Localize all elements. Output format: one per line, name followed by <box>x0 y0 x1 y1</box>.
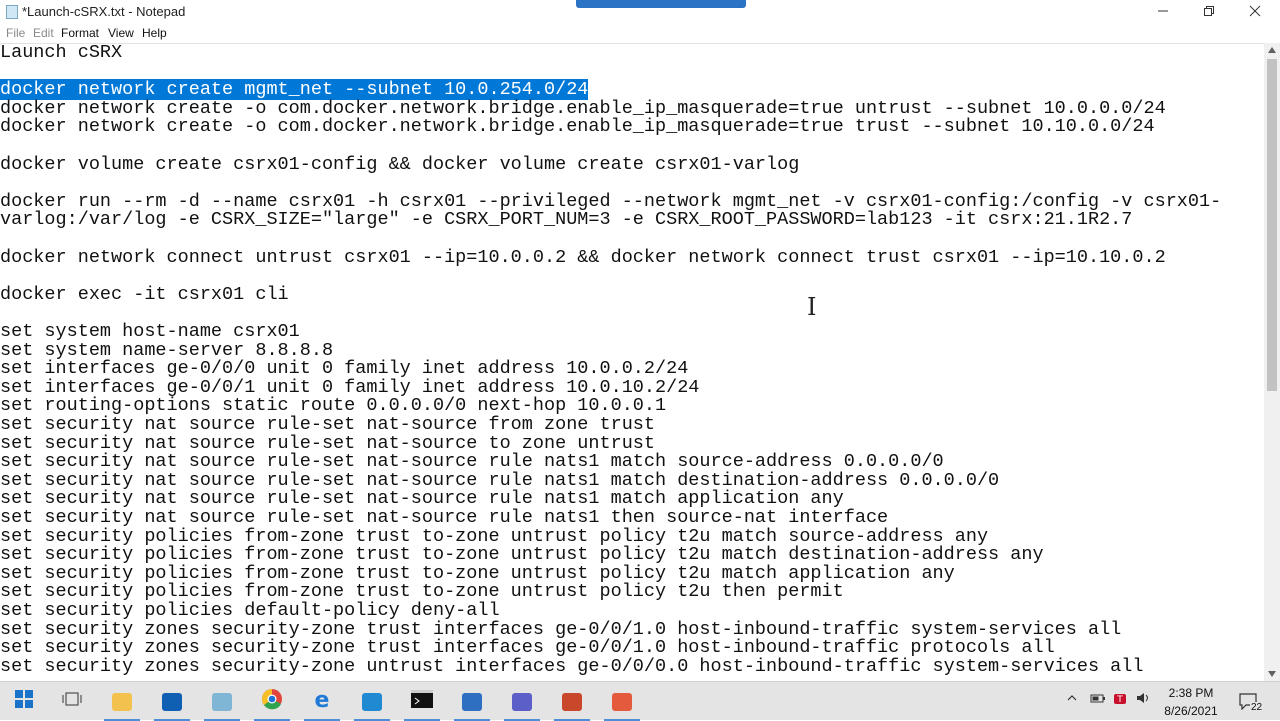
editor-line: set security nat source rule-set nat-sou… <box>0 452 944 471</box>
task-view-icon <box>62 690 82 713</box>
maximize-button[interactable] <box>1186 0 1232 24</box>
restore-icon <box>1204 6 1214 16</box>
editor-line: set interfaces ge-0/0/1 unit 0 family in… <box>0 378 699 397</box>
taskbar-task-view-button[interactable] <box>48 682 96 721</box>
editor-line-text: docker network connect untrust csrx01 --… <box>0 246 1166 268</box>
menu-edit[interactable]: Edit <box>33 26 54 40</box>
taskbar-teams-button[interactable] <box>498 682 546 721</box>
title-bar: *Launch-cSRX.txt - Notepad <box>0 0 1280 24</box>
sublime-icon <box>462 692 482 711</box>
menu-view[interactable]: View <box>108 26 134 40</box>
edge-icon: e <box>311 688 333 715</box>
editor-line-text: docker volume create csrx01-config && do… <box>0 153 800 175</box>
taskbar-draw-app-button[interactable] <box>598 682 646 721</box>
editor-line-text: varlog:/var/log -e CSRX_SIZE="large" -e … <box>0 209 1133 231</box>
menu-bar: File Edit Format View Help <box>0 24 1280 43</box>
editor-line: set security policies from-zone trust to… <box>0 564 955 583</box>
notepad-icon <box>6 5 18 19</box>
taskbar-chrome-button[interactable] <box>248 682 296 721</box>
editor-line: set interfaces ge-0/0/0 unit 0 family in… <box>0 359 688 378</box>
editor-line-text: set security zones security-zone untrust… <box>0 655 1144 677</box>
vscode-icon <box>362 692 382 711</box>
editor-line: set security nat source rule-set nat-sou… <box>0 489 844 508</box>
editor-line: set security nat source rule-set nat-sou… <box>0 415 655 434</box>
taskbar-windows-start-button[interactable] <box>0 682 48 721</box>
close-icon <box>1249 5 1261 17</box>
editor-line: docker network create -o com.docker.netw… <box>0 117 1155 136</box>
editor-line: docker network connect untrust csrx01 --… <box>0 248 1166 267</box>
powerpoint-icon <box>562 692 582 711</box>
scroll-up-icon[interactable] <box>1268 47 1276 53</box>
editor-line: varlog:/var/log -e CSRX_SIZE="large" -e … <box>0 210 1132 229</box>
minimize-button[interactable] <box>1140 0 1186 24</box>
overlay-bar <box>576 0 746 8</box>
scroll-thumb[interactable] <box>1267 59 1277 391</box>
menu-file[interactable]: File <box>6 26 25 40</box>
volume-icon[interactable] <box>1136 692 1150 707</box>
text-editor[interactable]: Launch cSRX docker network create mgmt_ne… <box>0 43 1264 682</box>
editor-line: set security policies from-zone trust to… <box>0 582 844 601</box>
notification-center-button[interactable]: 22 <box>1236 690 1264 714</box>
editor-line: set security policies from-zone trust to… <box>0 527 988 546</box>
clock-time: 2:38 PM <box>1168 686 1214 700</box>
chrome-icon <box>261 688 283 715</box>
outlook-icon <box>162 692 182 711</box>
file-explorer-icon <box>112 692 132 711</box>
menu-help[interactable]: Help <box>142 26 167 40</box>
chevron-up-icon[interactable] <box>1066 692 1078 707</box>
editor-line: set security nat source rule-set nat-sou… <box>0 471 999 490</box>
editor-line: set security policies from-zone trust to… <box>0 545 1044 564</box>
editor-line-text: docker exec -it csrx01 cli <box>0 283 289 305</box>
editor-line: set system host-name csrx01 <box>0 322 300 341</box>
taskbar-edge-button[interactable]: e <box>298 682 346 721</box>
taskbar-sublime-button[interactable] <box>448 682 496 721</box>
editor-line: set security policies default-policy den… <box>0 601 500 620</box>
terminal-icon <box>411 690 433 713</box>
taskbar-vscode-button[interactable] <box>348 682 396 721</box>
notepad-icon <box>212 692 232 711</box>
taskbar-outlook-button[interactable] <box>148 682 196 721</box>
menu-format[interactable]: Format <box>61 26 99 40</box>
taskbar: T 2:38 PM 8/26/2021 22 e <box>0 681 1280 721</box>
editor-line: set security nat source rule-set nat-sou… <box>0 434 655 453</box>
editor-line: docker network create -o com.docker.netw… <box>0 99 1166 118</box>
scroll-down-icon[interactable] <box>1268 671 1276 677</box>
taskbar-terminal-button[interactable] <box>398 682 446 721</box>
editor-line: docker exec -it csrx01 cli <box>0 285 289 304</box>
close-button[interactable] <box>1232 0 1278 24</box>
clock-date: 8/26/2021 <box>1164 704 1218 718</box>
minimize-icon <box>1158 10 1168 12</box>
editor-line-text: docker network create -o com.docker.netw… <box>0 116 1155 138</box>
battery-icon[interactable] <box>1090 692 1106 707</box>
network-icon[interactable]: T <box>1112 692 1128 709</box>
windows-start-icon <box>15 690 33 713</box>
editor-line: docker volume create csrx01-config && do… <box>0 155 799 174</box>
window-title: *Launch-cSRX.txt - Notepad <box>22 4 186 19</box>
svg-text:T: T <box>1116 695 1123 705</box>
taskbar-notepad-button[interactable] <box>198 682 246 721</box>
editor-line: set system name-server 8.8.8.8 <box>0 341 333 360</box>
editor-line-text: Launch cSRX <box>0 43 123 63</box>
taskbar-powerpoint-button[interactable] <box>548 682 596 721</box>
editor-line: set security nat source rule-set nat-sou… <box>0 508 888 527</box>
editor-line: set security zones security-zone trust i… <box>0 638 1055 657</box>
editor-line: set security zones security-zone trust i… <box>0 620 1121 639</box>
vertical-scrollbar[interactable] <box>1264 43 1280 681</box>
taskbar-file-explorer-button[interactable] <box>98 682 146 721</box>
editor-line: Launch cSRX <box>0 43 123 63</box>
editor-line: set routing-options static route 0.0.0.0… <box>0 396 666 415</box>
ibeam-cursor-icon: I <box>807 293 817 321</box>
draw-app-icon <box>612 692 632 711</box>
svg-text:e: e <box>315 688 330 710</box>
notification-count: 22 <box>1250 702 1264 713</box>
system-clock[interactable]: 2:38 PM 8/26/2021 <box>1156 684 1226 720</box>
editor-line: docker run --rm -d --name csrx01 -h csrx… <box>0 192 1221 211</box>
teams-icon <box>512 692 532 711</box>
editor-line: set security zones security-zone untrust… <box>0 657 1144 676</box>
editor-line: docker network create mgmt_net --subnet … <box>0 79 589 101</box>
